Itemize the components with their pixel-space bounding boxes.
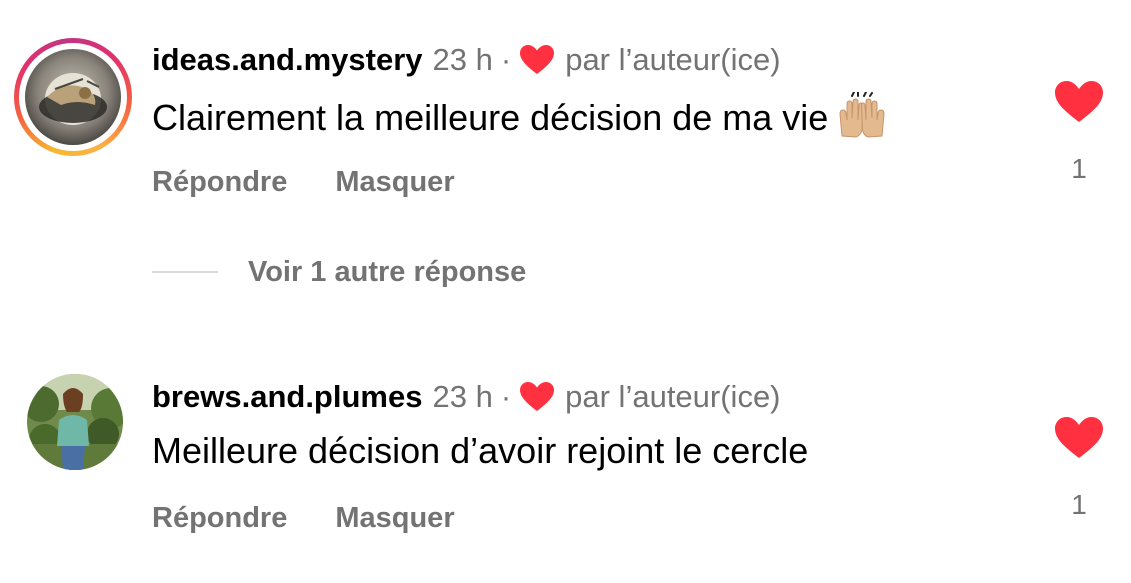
raising-hands-icon bbox=[839, 92, 885, 138]
like-count: 1 bbox=[1071, 489, 1087, 520]
avatar[interactable] bbox=[14, 38, 132, 156]
hide-button[interactable]: Masquer bbox=[335, 166, 454, 198]
comment-text: Meilleure décision d’avoir rejoint le ce… bbox=[152, 430, 809, 471]
comment-header: ideas.and.mystery 23 h · par l’auteur(ic… bbox=[152, 41, 781, 79]
avatar-image bbox=[27, 374, 123, 470]
comment-header: brews.and.plumes 23 h · par l’auteur(ice… bbox=[152, 378, 781, 416]
comment-time: 23 h bbox=[432, 42, 493, 77]
heart-icon bbox=[520, 382, 555, 411]
heart-icon bbox=[520, 45, 555, 74]
comment-time: 23 h bbox=[432, 379, 493, 414]
liked-by-author-label: par l’auteur(ice) bbox=[565, 379, 781, 414]
username-link[interactable]: ideas.and.mystery bbox=[152, 41, 423, 79]
reply-button[interactable]: Répondre bbox=[152, 166, 287, 198]
like-heart-icon[interactable] bbox=[1054, 80, 1104, 124]
like-heart-icon[interactable] bbox=[1054, 416, 1104, 460]
separator-dot: · bbox=[500, 379, 512, 414]
username-link[interactable]: brews.and.plumes bbox=[152, 378, 422, 416]
comment-actions: Répondre Masquer bbox=[152, 164, 455, 200]
replies-divider bbox=[152, 271, 218, 273]
reply-button[interactable]: Répondre bbox=[152, 502, 287, 534]
hide-button[interactable]: Masquer bbox=[335, 502, 454, 534]
view-replies-button[interactable]: Voir 1 autre réponse bbox=[152, 252, 526, 292]
view-replies-label: Voir 1 autre réponse bbox=[248, 255, 527, 288]
separator-dot: · bbox=[500, 42, 512, 77]
liked-by-author-label: par l’auteur(ice) bbox=[565, 42, 781, 77]
comment-text: Clairement la meilleure décision de ma v… bbox=[152, 97, 829, 138]
like-count: 1 bbox=[1071, 153, 1087, 184]
comment-text-row: Meilleure décision d’avoir rejoint le ce… bbox=[152, 429, 808, 473]
avatar-image bbox=[25, 49, 121, 145]
comment-actions: Répondre Masquer bbox=[152, 500, 455, 536]
comment-text-row: Clairement la meilleure décision de ma v… bbox=[152, 92, 888, 140]
avatar[interactable] bbox=[27, 374, 123, 470]
